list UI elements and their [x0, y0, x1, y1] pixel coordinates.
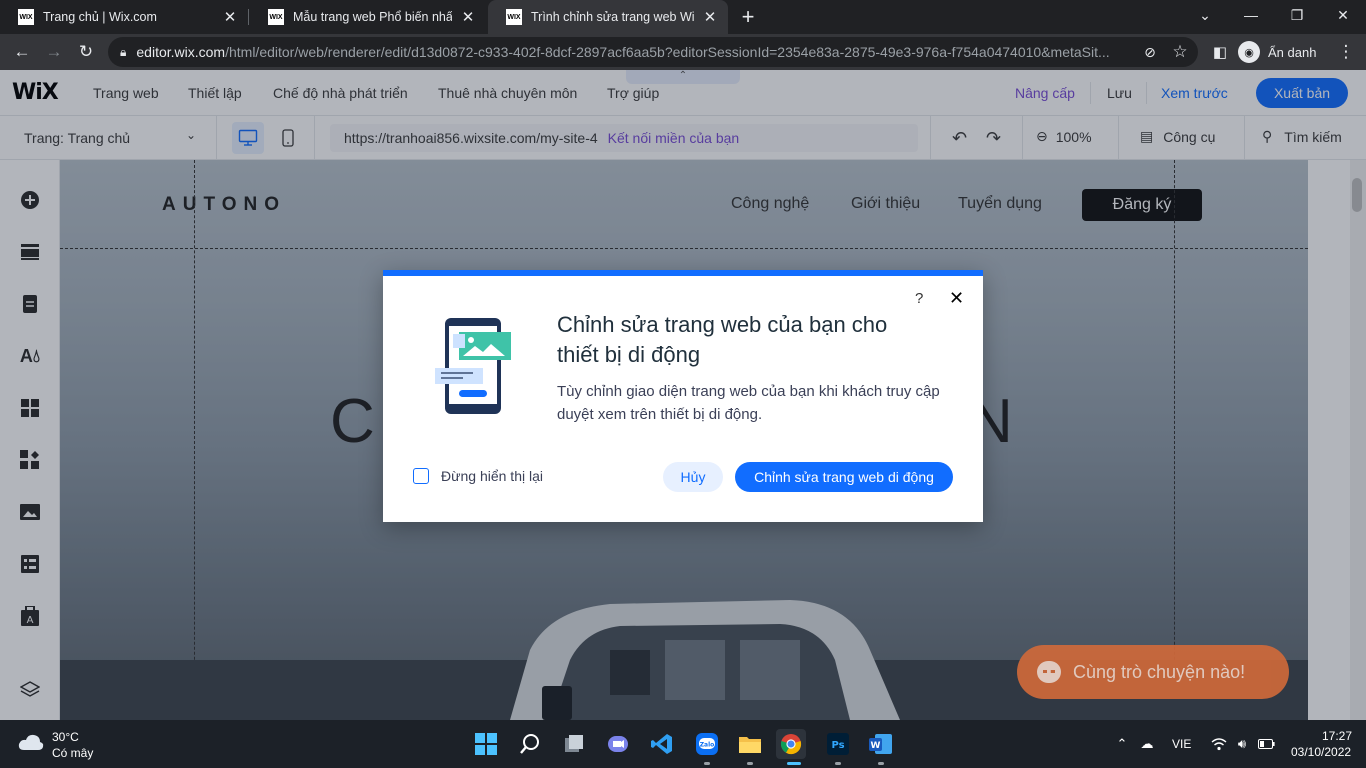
running-indicator: [747, 762, 753, 765]
minimize-icon[interactable]: —: [1228, 0, 1274, 30]
chevron-up-icon[interactable]: ⌃: [1113, 736, 1131, 752]
wix-favicon: WIX: [18, 9, 34, 25]
windows-start-icon[interactable]: [471, 729, 501, 759]
url-host: editor.wix.com: [136, 44, 226, 60]
tab-search-icon[interactable]: ⌄: [1182, 0, 1228, 30]
onedrive-icon[interactable]: ☁: [1138, 736, 1156, 752]
browser-toolbar: ← → ↻ 🔒︎ editor.wix.com/html/editor/web/…: [0, 34, 1366, 70]
incognito-indicator[interactable]: ◉ Ẩn danh: [1238, 38, 1316, 66]
wix-favicon: WIX: [506, 9, 522, 25]
url-path: /html/editor/web/renderer/edit/d13d0872-…: [225, 44, 1110, 60]
wix-favicon: WIX: [268, 9, 284, 25]
browser-tab-strip: WIX Trang chủ | Wix.com ✕ WIX Mẫu trang …: [0, 0, 1366, 34]
task-view-icon[interactable]: [559, 729, 589, 759]
svg-text:Zalo: Zalo: [700, 742, 715, 749]
word-icon[interactable]: W: [866, 729, 896, 759]
incognito-icon: ◉: [1238, 41, 1260, 63]
svg-text:Ps: Ps: [831, 740, 844, 751]
tab-title: Trình chỉnh sửa trang web Wix | r: [531, 10, 694, 24]
incognito-label: Ẩn danh: [1268, 44, 1317, 60]
forward-icon[interactable]: →: [42, 40, 66, 64]
edit-mobile-site-button[interactable]: Chỉnh sửa trang web di động: [735, 462, 953, 492]
dialog-description: Tùy chỉnh giao diện trang web của bạn kh…: [557, 383, 940, 423]
taskbar-search-icon[interactable]: [515, 729, 545, 759]
close-tab-icon[interactable]: ✕: [702, 9, 718, 26]
volume-icon[interactable]: 🔊︎: [1233, 736, 1251, 752]
clock-date[interactable]: 03/10/2022: [1291, 745, 1351, 759]
running-indicator: [878, 762, 884, 765]
eye-off-icon[interactable]: ⊘: [1138, 40, 1162, 64]
tab-title: Trang chủ | Wix.com: [43, 10, 157, 24]
close-tab-icon[interactable]: ✕: [222, 9, 238, 26]
zalo-icon[interactable]: Zalo: [692, 729, 722, 759]
dont-show-again-label[interactable]: Đừng hiển thị lại: [441, 468, 543, 484]
reload-icon[interactable]: ↻: [74, 40, 98, 64]
vscode-icon[interactable]: [647, 729, 677, 759]
browser-tab-1[interactable]: WIX Trang chủ | Wix.com ✕: [0, 0, 248, 34]
photoshop-icon[interactable]: Ps: [823, 729, 853, 759]
wifi-icon[interactable]: [1210, 736, 1228, 752]
running-indicator: [835, 762, 841, 765]
cloud-icon[interactable]: [18, 732, 44, 752]
weather-description[interactable]: Có mây: [52, 746, 93, 760]
mobile-editor-dialog: ? ✕ Chỉnh sửa trang web của bạn cho thiế…: [383, 270, 983, 522]
mobile-phone-illustration: [435, 318, 511, 414]
running-indicator: [704, 762, 710, 765]
svg-text:W: W: [871, 741, 881, 751]
cancel-button[interactable]: Hủy: [663, 462, 723, 492]
clock-time[interactable]: 17:27: [1322, 729, 1352, 743]
tab-divider: [248, 9, 249, 25]
windows-taskbar: 30°C Có mây Zalo Ps W ⌃ ☁ VIE 🔊︎ 17:27 0…: [0, 720, 1366, 768]
bookmark-star-icon[interactable]: ☆: [1168, 40, 1192, 64]
back-icon[interactable]: ←: [10, 40, 34, 64]
tab-title: Mẫu trang web Phổ biến nhất | W: [293, 10, 452, 24]
chat-widget[interactable]: Cùng trò chuyện nào!: [1017, 645, 1289, 699]
battery-icon[interactable]: [1257, 736, 1275, 752]
browser-menu-icon[interactable]: ⋮: [1334, 40, 1358, 64]
lock-icon[interactable]: 🔒︎: [120, 45, 126, 60]
help-icon[interactable]: ?: [915, 290, 923, 307]
chat-bubble-icon: [1037, 661, 1061, 683]
side-panel-icon[interactable]: ◧: [1208, 40, 1232, 64]
restore-icon[interactable]: ❐: [1274, 0, 1320, 30]
close-window-icon[interactable]: ✕: [1320, 0, 1366, 30]
browser-tab-3[interactable]: WIX Trình chỉnh sửa trang web Wix | r ✕: [488, 0, 728, 34]
dialog-title: Chỉnh sửa trang web của bạn cho thiết bị…: [557, 312, 888, 367]
dont-show-again-checkbox[interactable]: [413, 468, 429, 484]
weather-temperature[interactable]: 30°C: [52, 730, 79, 744]
file-explorer-icon[interactable]: [735, 729, 765, 759]
active-indicator: [787, 762, 801, 765]
chat-label: Cùng trò chuyện nào!: [1073, 661, 1246, 682]
address-bar[interactable]: 🔒︎ editor.wix.com/html/editor/web/render…: [108, 37, 1198, 67]
chrome-icon[interactable]: [776, 729, 806, 759]
teams-chat-icon[interactable]: [603, 729, 633, 759]
close-tab-icon[interactable]: ✕: [460, 9, 476, 26]
input-language[interactable]: VIE: [1172, 737, 1191, 751]
new-tab-icon[interactable]: +: [736, 4, 760, 29]
browser-tab-2[interactable]: WIX Mẫu trang web Phổ biến nhất | W ✕: [250, 0, 486, 34]
close-icon[interactable]: ✕: [949, 288, 964, 309]
